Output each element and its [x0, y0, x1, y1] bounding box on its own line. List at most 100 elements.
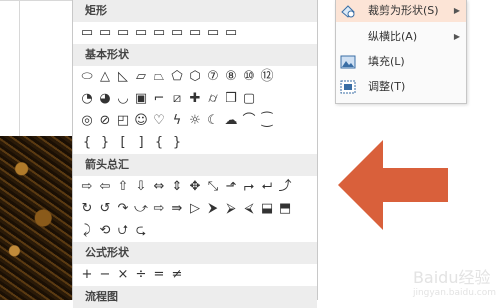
category-basic-header: 基本形状	[73, 44, 317, 66]
shape-option-icon[interactable]: ]	[133, 135, 149, 151]
menu-item-aspect-ratio[interactable]: 纵横比(A) ▶	[336, 26, 466, 48]
shape-option-icon[interactable]: ⬒	[277, 201, 293, 217]
shape-option-icon[interactable]: ◡	[115, 91, 131, 107]
shape-option-icon[interactable]: ⁐	[259, 113, 275, 129]
shape-option-icon[interactable]: ◔	[79, 91, 95, 107]
shape-option-icon[interactable]: ⇕	[169, 179, 185, 195]
shape-option-icon[interactable]: ⌐	[151, 91, 167, 107]
shape-option-icon[interactable]: ⬏	[223, 179, 239, 195]
shape-option-icon[interactable]: ⧄	[169, 91, 185, 107]
shape-option-icon[interactable]: ⑦	[205, 69, 221, 85]
arrow-shapes-row-1: ⇨ ⇦ ⇧ ⇩ ⇔ ⇕ ✥ ⤡ ⬏ ⮣ ⮠ ⤴	[73, 176, 317, 198]
shape-option-icon[interactable]: ⬭	[79, 69, 95, 85]
shape-option-icon[interactable]: ◎	[79, 113, 95, 129]
arrow-shapes-row-3: ⤸ ⟲ ⮍ ⮎	[73, 220, 317, 242]
shape-option-icon[interactable]: ⇛	[169, 201, 185, 217]
shape-option-icon[interactable]: ÷	[133, 267, 149, 283]
menu-item-crop-to-shape[interactable]: 裁剪为形状(S) ▶	[336, 0, 466, 22]
shape-option-icon[interactable]: ▭	[115, 25, 131, 41]
shape-option-icon[interactable]: ▱	[133, 69, 149, 85]
shape-option-icon[interactable]: ▭	[79, 25, 95, 41]
shape-option-icon[interactable]: ♡	[151, 113, 167, 129]
shape-option-icon[interactable]: ⬠	[169, 69, 185, 85]
shape-option-icon[interactable]: ⇧	[115, 179, 131, 195]
shape-option-icon[interactable]: ⮚	[223, 201, 239, 217]
shape-option-icon[interactable]: ⌒	[241, 113, 257, 129]
menu-item-fit[interactable]: 调整(T)	[336, 76, 466, 98]
shape-option-icon[interactable]: ⬡	[187, 69, 203, 85]
shape-option-icon[interactable]: ⮣	[241, 179, 257, 195]
shape-option-icon[interactable]: [	[115, 135, 131, 151]
shape-option-icon[interactable]: ⬓	[259, 201, 275, 217]
shape-gallery-panel: 矩形 ▭ ▭ ▭ ▭ ▭ ▭ ▭ ▭ ▭ 基本形状 ⬭ △ ◺ ▱ ⏢ ⬠ ⬡ ⑦ ⑧ ⑩ ⑫ ◔ ◕ ◡ ▣ ⌐ ⧄ ✚ ⌭ ❒ ▢…	[72, 0, 318, 308]
shape-option-icon[interactable]: ⤸	[79, 223, 95, 239]
shape-option-icon[interactable]: ≠	[169, 267, 185, 283]
shape-option-icon[interactable]: ⇨	[79, 179, 95, 195]
shape-option-icon[interactable]: ⮘	[241, 201, 257, 217]
slide-guide-line	[19, 0, 20, 136]
shape-option-icon[interactable]: ⤻	[133, 201, 149, 217]
shape-option-icon[interactable]: ☁	[223, 113, 239, 129]
shape-option-icon[interactable]: ⌭	[205, 91, 221, 107]
shape-option-icon[interactable]: ⤴	[277, 179, 293, 195]
fit-icon	[340, 80, 356, 94]
shape-option-icon[interactable]: ◺	[115, 69, 131, 85]
basic-shapes-row-1: ⬭ △ ◺ ▱ ⏢ ⬠ ⬡ ⑦ ⑧ ⑩ ⑫	[73, 66, 317, 88]
shape-option-icon[interactable]: ▭	[205, 25, 221, 41]
shape-option-icon[interactable]: ⮠	[259, 179, 275, 195]
shape-option-icon[interactable]: △	[97, 69, 113, 85]
shape-option-icon[interactable]: ✥	[187, 179, 203, 195]
rect-shapes-row: ▭ ▭ ▭ ▭ ▭ ▭ ▭ ▭ ▭	[73, 22, 317, 44]
baidu-watermark: Baidu经验 jingyan.baidu.com	[413, 264, 496, 298]
shape-option-icon[interactable]: ▭	[223, 25, 239, 41]
shape-option-icon[interactable]: ⇦	[97, 179, 113, 195]
shape-option-icon[interactable]: ☾	[205, 113, 221, 129]
shape-option-icon[interactable]: ⮍	[115, 223, 131, 239]
shape-option-icon[interactable]: {	[79, 135, 95, 151]
shape-option-icon[interactable]: ▭	[187, 25, 203, 41]
shape-option-icon[interactable]: ☺	[133, 113, 149, 129]
shape-option-icon[interactable]: ×	[115, 267, 131, 283]
shape-option-icon[interactable]: ▷	[187, 201, 203, 217]
shape-option-icon[interactable]: ▭	[133, 25, 149, 41]
shape-option-icon[interactable]: ⤡	[205, 179, 221, 195]
shape-option-icon[interactable]: {	[151, 135, 167, 151]
shape-option-icon[interactable]: ▭	[169, 25, 185, 41]
shape-option-icon[interactable]: =	[151, 267, 167, 283]
shape-option-icon[interactable]: ⮎	[133, 223, 149, 239]
shape-option-icon[interactable]: ϟ	[169, 113, 185, 129]
shape-option-icon[interactable]: ✚	[187, 91, 203, 107]
shape-option-icon[interactable]: ◰	[115, 113, 131, 129]
menu-item-label: 裁剪为形状(S)	[368, 4, 439, 17]
shape-option-icon[interactable]: ⊘	[97, 113, 113, 129]
shape-option-icon[interactable]: }	[97, 135, 113, 151]
shape-option-icon[interactable]: ☼	[187, 113, 203, 129]
shape-option-icon[interactable]: ▭	[151, 25, 167, 41]
shape-option-icon[interactable]: +	[79, 267, 95, 283]
shape-option-icon[interactable]: −	[97, 267, 113, 283]
shape-option-icon[interactable]: ⇔	[151, 179, 167, 195]
shape-option-icon[interactable]: ⑩	[241, 69, 257, 85]
arrow-shapes-row-2: ↻ ↺ ↷ ⤻ ⇨ ⇛ ▷ ⮞ ⮚ ⮘ ⬓ ⬒	[73, 198, 317, 220]
menu-item-label: 填充(L)	[368, 55, 405, 68]
shape-option-icon[interactable]: ▢	[241, 91, 257, 107]
fill-icon	[340, 55, 356, 69]
menu-item-fill[interactable]: 填充(L)	[336, 51, 466, 73]
shape-option-icon[interactable]: ◕	[97, 91, 113, 107]
shape-option-icon[interactable]: ❒	[223, 91, 239, 107]
shape-option-icon[interactable]: ⇨	[151, 201, 167, 217]
shape-option-icon[interactable]: ↷	[115, 201, 131, 217]
shape-option-icon[interactable]: ⮞	[205, 201, 221, 217]
shape-option-icon[interactable]: ↺	[97, 201, 113, 217]
shape-option-icon[interactable]: }	[169, 135, 185, 151]
shape-option-icon[interactable]: ⇩	[133, 179, 149, 195]
left-arrow-icon	[338, 140, 448, 230]
shape-option-icon[interactable]: ▭	[97, 25, 113, 41]
shape-option-icon[interactable]: ⑧	[223, 69, 239, 85]
shape-option-icon[interactable]: ⑫	[259, 69, 275, 85]
shape-option-icon[interactable]: ▣	[133, 91, 149, 107]
shape-option-icon[interactable]: ↻	[79, 201, 95, 217]
slide-picture[interactable]	[0, 136, 72, 300]
shape-option-icon[interactable]: ⟲	[97, 223, 113, 239]
shape-option-icon[interactable]: ⏢	[151, 69, 167, 85]
